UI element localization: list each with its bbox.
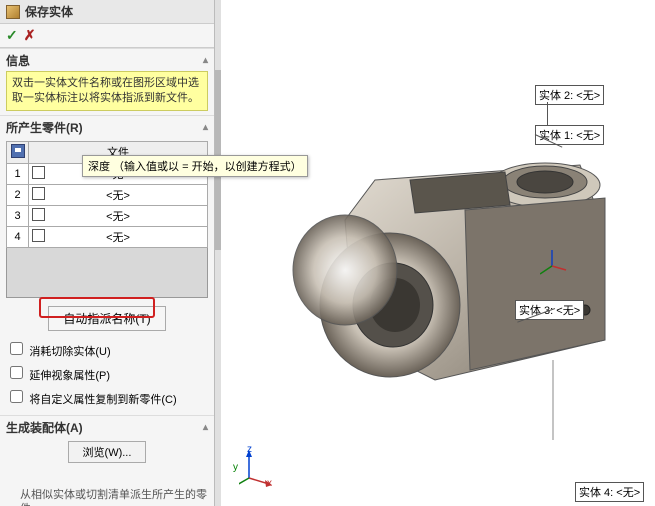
row-number: 3: [7, 205, 29, 226]
table-spacer: [6, 248, 208, 298]
derive-note: 从相似实体或切割清单派生所产生的零件: [0, 488, 214, 506]
row-number: 1: [7, 163, 29, 184]
file-cell[interactable]: <无>: [106, 190, 130, 202]
panel-title-bar: 保存实体: [0, 0, 214, 24]
property-panel: 保存实体 ✓ ✗ 信息 ▴ 双击一实体文件名称或在图形区域中选取一实体标注以将实…: [0, 0, 215, 506]
collapse-icon: ▴: [203, 122, 208, 133]
cancel-button[interactable]: ✗: [24, 27, 36, 44]
body-box-icon: [32, 208, 45, 221]
body-box-icon: [32, 229, 45, 242]
row-number: 4: [7, 226, 29, 247]
body-label-2[interactable]: 实体 2: <无>: [535, 85, 604, 105]
viewport-scrollbar[interactable]: [215, 0, 221, 506]
collapse-icon: ▴: [203, 55, 208, 66]
graphics-viewport[interactable]: 实体 2: <无> 实体 1: <无> 实体 3: <无> 实体 4: <无> …: [215, 0, 655, 506]
table-header-icon: [7, 141, 29, 163]
assembly-section-header[interactable]: 生成装配体(A) ▴: [0, 415, 214, 438]
copy-custom-label: 将自定义属性复制到新零件(C): [29, 394, 176, 406]
extend-visual-checkbox[interactable]: [10, 366, 23, 379]
copy-custom-checkbox[interactable]: [10, 390, 23, 403]
file-cell[interactable]: <无>: [106, 232, 130, 244]
table-row[interactable]: 2 <无>: [7, 184, 208, 205]
axis-z-label: z: [247, 444, 252, 455]
panel-title: 保存实体: [25, 3, 73, 20]
body-label-1[interactable]: 实体 1: <无>: [535, 125, 604, 145]
body-box-icon: [32, 187, 45, 200]
parts-title: 所产生零件(R): [6, 119, 83, 136]
model-triad: [540, 248, 570, 281]
info-title: 信息: [6, 52, 30, 69]
save-icon: [11, 144, 25, 158]
save-bodies-icon: [6, 5, 20, 19]
table-row[interactable]: 4 <无>: [7, 226, 208, 247]
copy-custom-row: 将自定义属性复制到新零件(C): [0, 385, 214, 409]
consume-cut-checkbox[interactable]: [10, 342, 23, 355]
parts-section-header[interactable]: 所产生零件(R) ▴: [0, 115, 214, 138]
auto-assign-names-button[interactable]: 自动指派名称(T): [48, 306, 165, 331]
assembly-title: 生成装配体(A): [6, 419, 83, 436]
consume-cut-label: 消耗切除实体(U): [29, 346, 110, 358]
info-message: 双击一实体文件名称或在图形区域中选取一实体标注以将实体指派到新文件。: [6, 71, 208, 111]
confirm-row: ✓ ✗: [0, 24, 214, 48]
extend-visual-row: 延伸视象属性(P): [0, 361, 214, 385]
table-row[interactable]: 3 <无>: [7, 205, 208, 226]
collapse-icon: ▴: [203, 422, 208, 433]
axis-y-label: y: [233, 462, 238, 473]
info-section-header[interactable]: 信息 ▴: [0, 48, 214, 71]
body-box-icon: [32, 166, 45, 179]
browse-button[interactable]: 浏览(W)...: [68, 441, 147, 463]
axis-x-label: x: [267, 478, 272, 489]
derive-row: [0, 465, 214, 488]
file-cell[interactable]: <无>: [106, 211, 130, 223]
extend-visual-label: 延伸视象属性(P): [29, 370, 110, 382]
ok-button[interactable]: ✓: [6, 27, 18, 44]
depth-tooltip: 深度 （输入值或以 = 开始，以创建方程式）: [82, 155, 308, 177]
row-number: 2: [7, 184, 29, 205]
consume-cut-row: 消耗切除实体(U): [0, 337, 214, 361]
body-label-4[interactable]: 实体 4: <无>: [575, 482, 644, 502]
